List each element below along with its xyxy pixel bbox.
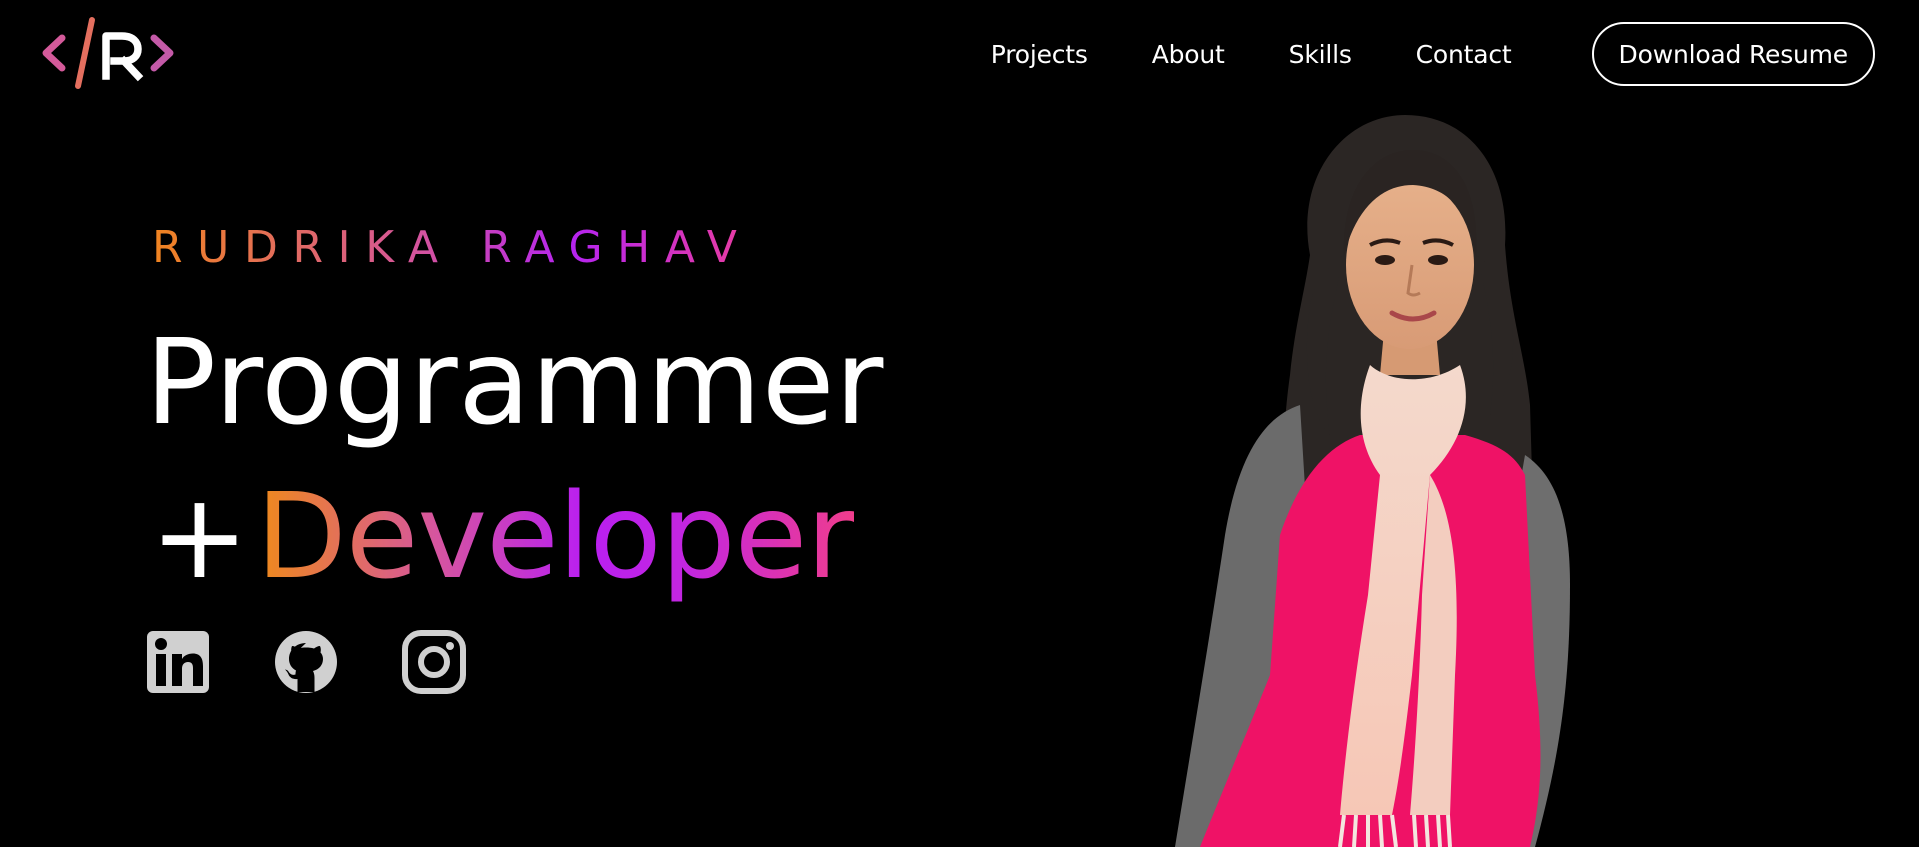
site-logo[interactable] — [40, 16, 180, 90]
hero-plus: + — [150, 467, 249, 605]
instagram-icon — [402, 630, 466, 694]
nav-link-contact[interactable]: Contact — [1416, 40, 1512, 69]
linkedin-link[interactable] — [146, 630, 210, 694]
github-icon — [275, 631, 337, 693]
download-resume-button[interactable]: Download Resume — [1591, 22, 1875, 86]
nav-link-about[interactable]: About — [1152, 40, 1225, 69]
profile-photo-illustration — [1175, 115, 1570, 847]
hero-title: Programmer — [145, 313, 884, 451]
github-link[interactable] — [274, 630, 338, 694]
hero-name: RUDRIKA RAGHAV — [152, 222, 752, 273]
nav-link-skills[interactable]: Skills — [1289, 40, 1352, 69]
hero-subtitle: + Developer — [150, 466, 855, 606]
social-links — [146, 630, 530, 694]
nav-link-projects[interactable]: Projects — [991, 40, 1088, 69]
profile-photo — [1130, 115, 1650, 847]
linkedin-icon — [147, 631, 209, 693]
hero-subtitle-word: Developer — [255, 467, 855, 605]
main-nav: Projects About Skills Contact Download R… — [991, 20, 1875, 88]
logo-mark-icon — [42, 17, 174, 89]
instagram-link[interactable] — [402, 630, 466, 694]
home-page: Projects About Skills Contact Download R… — [0, 0, 1919, 847]
